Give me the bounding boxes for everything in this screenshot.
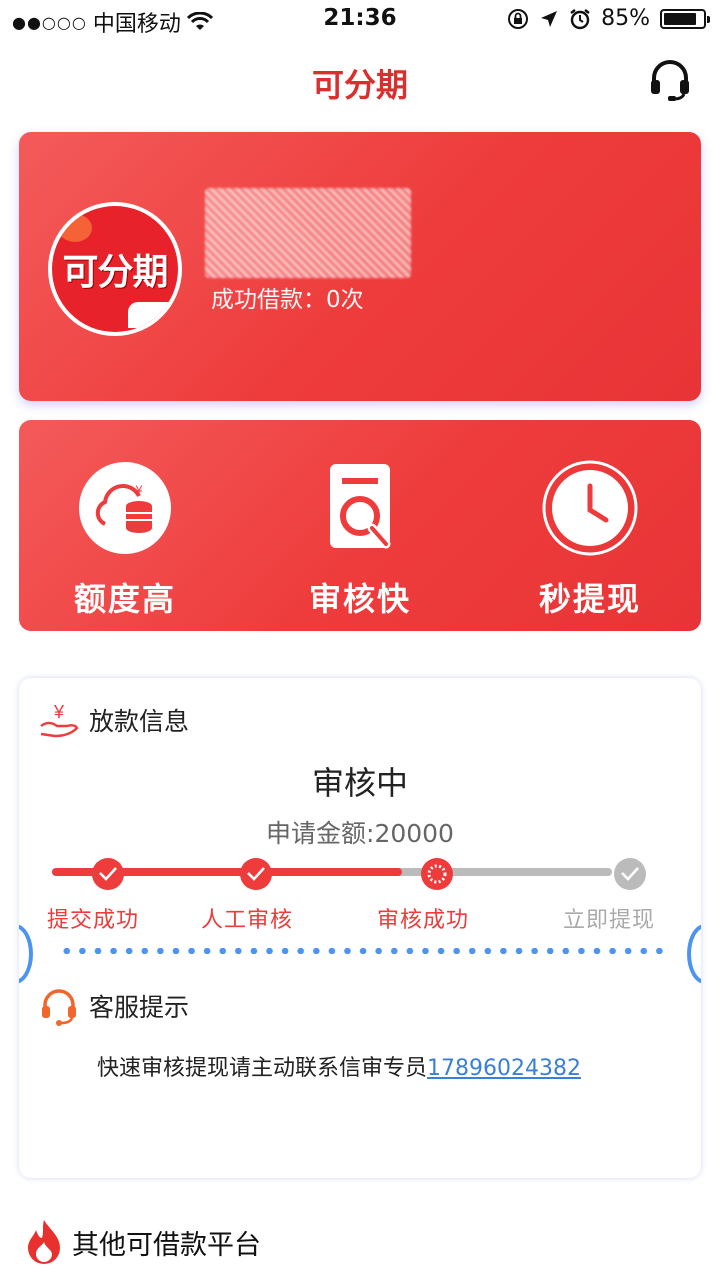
battery-percent: 85% <box>601 6 650 31</box>
support-text: 快速审核提现请主动联系信审专员 <box>97 1056 428 1081</box>
page-title: 可分期 <box>311 66 408 104</box>
feature-high-limit: ¥ 额度高 <box>35 458 215 620</box>
step-label-submitted: 提交成功 <box>47 908 140 933</box>
avatar-logo-text: 可分期 <box>62 252 168 293</box>
review-status: 审核中 <box>311 764 408 802</box>
yen-hand-icon: ¥ <box>40 702 79 738</box>
step-loading-icon <box>421 858 453 890</box>
feature-label: 秒提现 <box>538 580 641 618</box>
headset-icon <box>42 989 76 1026</box>
location-arrow-icon <box>541 10 558 27</box>
redacted-username <box>205 188 411 278</box>
step-pending-check-icon <box>614 858 646 890</box>
support-message: 快速审核提现请主动联系信审专员17896024382 <box>97 1050 581 1082</box>
step-done-check-icon <box>240 858 272 890</box>
ticket-notch-right <box>687 924 701 984</box>
nav-bar: 可分期 <box>0 40 720 120</box>
feature-label: 审核快 <box>308 580 411 618</box>
battery-icon <box>660 8 710 29</box>
feature-instant-withdraw: 秒提现 <box>500 458 680 620</box>
loan-info-card: ¥ 放款信息 审核中 申请金额:20000 提交成功 人工审核 审核成功 立即提… <box>19 678 701 1178</box>
ticket-notch-left <box>19 924 33 984</box>
magnifier-document-icon <box>330 464 391 549</box>
step-label-approved: 审核成功 <box>377 908 470 933</box>
loan-info-title: 放款信息 <box>89 707 190 736</box>
feature-label: 额度高 <box>73 580 176 618</box>
apply-amount: 申请金额:20000 <box>266 819 454 848</box>
loan-count: 成功借款：0次 <box>211 287 364 313</box>
step-done-check-icon <box>92 858 124 890</box>
other-platforms-heading: 其他可借款平台 <box>22 1218 261 1266</box>
feature-fast-review: 审核快 <box>270 458 450 620</box>
avatar[interactable]: 可分期 <box>48 202 182 336</box>
cloud-coins-icon: ¥ <box>79 462 171 554</box>
feature-card: ¥ 额度高 审核快 秒提现 <box>19 420 701 631</box>
status-bar: ●●○○○ 中国移动 21:36 85% <box>0 0 720 40</box>
step-label-manual-review: 人工审核 <box>201 908 294 933</box>
clock-icon <box>542 460 638 556</box>
support-phone-link[interactable]: 17896024382 <box>427 1056 581 1081</box>
support-heading: 客服提示 <box>39 986 189 1026</box>
rotation-lock-icon <box>508 8 529 29</box>
support-title: 客服提示 <box>89 993 190 1022</box>
flame-icon <box>28 1220 60 1264</box>
svg-text:¥: ¥ <box>135 483 143 497</box>
loan-info-heading: ¥ 放款信息 <box>39 700 189 740</box>
other-platforms-title: 其他可借款平台 <box>72 1229 261 1261</box>
progress-tracker <box>52 856 652 890</box>
alarm-icon <box>570 8 590 29</box>
headset-icon[interactable] <box>648 58 692 102</box>
profile-card: 可分期 成功借款：0次 <box>19 132 701 401</box>
svg-text:¥: ¥ <box>53 702 65 722</box>
dotted-divider <box>59 948 663 954</box>
brand-logo: 可分期 <box>52 206 178 332</box>
step-label-withdraw: 立即提现 <box>563 908 656 933</box>
